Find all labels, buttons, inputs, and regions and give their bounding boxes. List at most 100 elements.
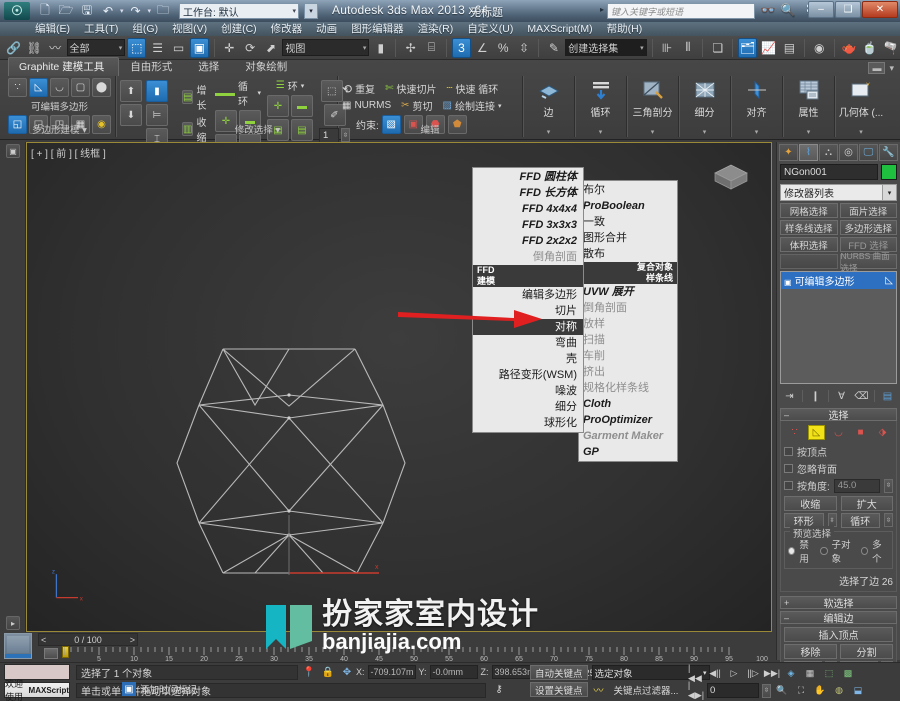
key-mode-toggle-icon[interactable]: ⚷ bbox=[492, 682, 506, 696]
add-time-tag-label[interactable]: 添加时间标记 bbox=[140, 682, 197, 696]
align-icon[interactable]: ⫴ bbox=[678, 38, 697, 58]
ribbon-button-align[interactable]: 对齐 ▾ bbox=[731, 76, 783, 137]
qat-overflow-button[interactable]: ▾ bbox=[304, 3, 319, 19]
ribbon-button-triangulation[interactable]: 三角剖分 ▾ bbox=[627, 76, 679, 137]
ribbon-button-geometry[interactable]: 几何体 (... ▾ bbox=[835, 76, 887, 137]
rendered-frame-window-icon[interactable]: 🍵 bbox=[860, 38, 879, 58]
y-coordinate-field[interactable]: -0.0mm bbox=[429, 665, 478, 679]
select-and-scale-icon[interactable]: ⬈ bbox=[262, 38, 281, 58]
border-level-icon[interactable]: ◡ bbox=[50, 78, 69, 97]
search-input[interactable]: 键入关键字或短语 bbox=[607, 3, 755, 19]
ring-spinner[interactable]: ⇳ bbox=[827, 513, 837, 527]
ribbon-button-properties[interactable]: 属性 ▾ bbox=[783, 76, 835, 137]
repeat-button[interactable]: ⟲ 重复 bbox=[342, 81, 375, 97]
selection-filter-combo[interactable]: 全部 ▾ bbox=[66, 39, 126, 56]
loop-button[interactable]: ▬▬ 循环 ▾ bbox=[215, 78, 261, 108]
remove-button[interactable]: 移除 bbox=[784, 644, 837, 659]
menu-item-ffd-4x4x4[interactable]: FFD 4x4x4 bbox=[473, 201, 583, 217]
track-view-key-icon[interactable] bbox=[44, 648, 58, 659]
rollout-header-edit-edges[interactable]: – 编辑边 bbox=[780, 611, 897, 625]
curve-editor-icon[interactable]: 📈 bbox=[759, 38, 778, 58]
tab-selection[interactable]: 选择 bbox=[187, 57, 234, 76]
panel-modify-selection-title[interactable]: 修改选择 ▾ bbox=[178, 122, 337, 136]
pin-icon[interactable]: ⊨ bbox=[146, 104, 168, 126]
object-name-field[interactable]: NGon001 bbox=[780, 164, 878, 180]
tab-object-paint[interactable]: 对象绘制 bbox=[234, 57, 302, 76]
next-frame-icon[interactable]: > bbox=[130, 635, 135, 645]
grow-button[interactable]: 扩大 bbox=[840, 496, 893, 511]
menu-item-extrude[interactable]: 挤出 bbox=[579, 364, 677, 380]
menu-item-bevel-profile[interactable]: 倒角剖面 bbox=[473, 249, 583, 265]
tab-motion[interactable]: ◎ bbox=[839, 144, 858, 161]
menu-item-ffd-2x2x2[interactable]: FFD 2x2x2 bbox=[473, 233, 583, 249]
tab-display[interactable]: 🖵 bbox=[859, 144, 878, 161]
panel-edit-title[interactable]: 编辑 bbox=[338, 122, 522, 136]
menu-item-garment-maker[interactable]: Garment Maker bbox=[579, 428, 677, 444]
show-end-result-icon[interactable]: ❙ bbox=[808, 389, 823, 403]
select-and-manipulate-icon[interactable]: ✢ bbox=[401, 38, 420, 58]
ribbon-button-edge[interactable]: 边 ▾ bbox=[523, 76, 575, 137]
search-expand-icon[interactable]: ▸ bbox=[600, 5, 604, 14]
select-and-move-icon[interactable]: ✛ bbox=[220, 38, 239, 58]
preview-subobj-radio[interactable] bbox=[820, 547, 828, 555]
pan-view-button[interactable]: ✋ bbox=[812, 683, 828, 698]
percent-snap-toggle-icon[interactable]: % bbox=[494, 38, 513, 58]
insert-vertex-button[interactable]: 插入顶点 bbox=[784, 627, 893, 642]
toggle-ribbon-icon[interactable]: 🗂 bbox=[738, 37, 758, 58]
maximize-button[interactable]: ❑ bbox=[835, 1, 861, 18]
preview-multi-radio[interactable] bbox=[860, 547, 869, 555]
menu-item-sweep[interactable]: 扫描 bbox=[579, 332, 677, 348]
menu-item-tessellate[interactable]: 细分 bbox=[473, 399, 583, 415]
tab-create[interactable]: ✦ bbox=[779, 144, 798, 161]
viewport-config-icon[interactable]: ▣ bbox=[6, 144, 20, 158]
isolate-selection-icon[interactable]: ✥ bbox=[340, 665, 354, 679]
ring-shrink-icon[interactable]: ▬ bbox=[291, 95, 313, 117]
menu-item-proboolean[interactable]: ProBoolean bbox=[579, 198, 677, 214]
quickslice-button[interactable]: ✄ 快速切片 bbox=[385, 81, 436, 96]
menu-item-shape-merge[interactable]: 图形合并 bbox=[579, 230, 677, 246]
modifier-list-combo[interactable]: 修改器列表 ▾ bbox=[780, 184, 897, 201]
create-icon[interactable]: ⬆ bbox=[120, 80, 142, 102]
menu-item-lathe[interactable]: 车削 bbox=[579, 348, 677, 364]
remove-modifier-icon[interactable]: ⌫ bbox=[854, 389, 869, 403]
close-button[interactable]: ✕ bbox=[862, 1, 898, 18]
tab-freeform[interactable]: 自由形式 bbox=[119, 57, 187, 76]
menu-item-normalize-spline[interactable]: 规格化样条线 bbox=[579, 380, 677, 396]
bind-to-space-warp-icon[interactable]: 〰 bbox=[46, 38, 65, 58]
render-production-icon[interactable]: 🫗 bbox=[881, 38, 900, 58]
key-curve-icon[interactable]: 〰 bbox=[592, 683, 606, 697]
zoom-all-button[interactable]: ⛶ bbox=[793, 683, 809, 698]
spinner-snap-toggle-icon[interactable]: ⇳ bbox=[515, 38, 534, 58]
current-frame-field[interactable]: 0 bbox=[707, 683, 759, 698]
project-folder-icon[interactable]: 🗀 bbox=[154, 2, 172, 20]
open-file-icon[interactable]: 🗁 bbox=[57, 2, 75, 20]
menu-tools[interactable]: 工具(T) bbox=[77, 22, 125, 36]
menu-graph-editors[interactable]: 图形编辑器 bbox=[344, 22, 411, 36]
by-angle-spinner[interactable]: ⇳ bbox=[884, 478, 893, 493]
minimize-button[interactable]: – bbox=[808, 1, 834, 18]
app-logo-icon[interactable]: ☉ bbox=[4, 2, 30, 20]
use-center-flyout-icon[interactable]: ▮ bbox=[371, 38, 390, 58]
configure-modifier-sets-icon[interactable]: ▤ bbox=[880, 389, 895, 403]
menu-edit[interactable]: 编辑(E) bbox=[28, 22, 77, 36]
new-file-icon[interactable]: 🗋 bbox=[36, 2, 54, 20]
view-cube-icon[interactable] bbox=[709, 159, 753, 195]
auto-key-button[interactable]: 自动关键点 bbox=[530, 665, 588, 680]
menu-modifiers[interactable]: 修改器 bbox=[264, 22, 310, 36]
tab-hierarchy[interactable]: ⛬ bbox=[819, 144, 838, 161]
ignore-backfacing-checkbox[interactable] bbox=[784, 464, 793, 473]
menu-help[interactable]: 帮助(H) bbox=[600, 22, 650, 36]
add-time-tag-icon[interactable]: ▣ bbox=[122, 682, 136, 696]
search-icon[interactable]: 🔍 bbox=[780, 2, 796, 18]
spline-select-button[interactable]: 样条线选择 bbox=[780, 220, 838, 235]
timeline-ruler[interactable]: 5 10 15 20 25 30 35 40 45 50 55 60 65 70 75 80 85 90 9… bbox=[64, 647, 776, 662]
menu-item-prooptimizer[interactable]: ProOptimizer bbox=[579, 412, 677, 428]
reference-coordinate-system-combo[interactable]: 视图 ▾ bbox=[282, 39, 370, 56]
menu-item-gp[interactable]: GP bbox=[579, 444, 677, 460]
pin-stack-status-icon[interactable]: 📍 bbox=[302, 665, 316, 679]
polygon-sublevel-button[interactable]: ■ bbox=[852, 425, 869, 440]
menu-item-scatter[interactable]: 散布 bbox=[579, 246, 677, 262]
menu-item-unwrap-uvw[interactable]: UVW 展开 bbox=[579, 284, 677, 300]
x-coordinate-field[interactable]: -709.107m bbox=[367, 665, 416, 679]
modifier-stack[interactable]: ▣ 可编辑多边形 ◺ bbox=[780, 271, 897, 384]
